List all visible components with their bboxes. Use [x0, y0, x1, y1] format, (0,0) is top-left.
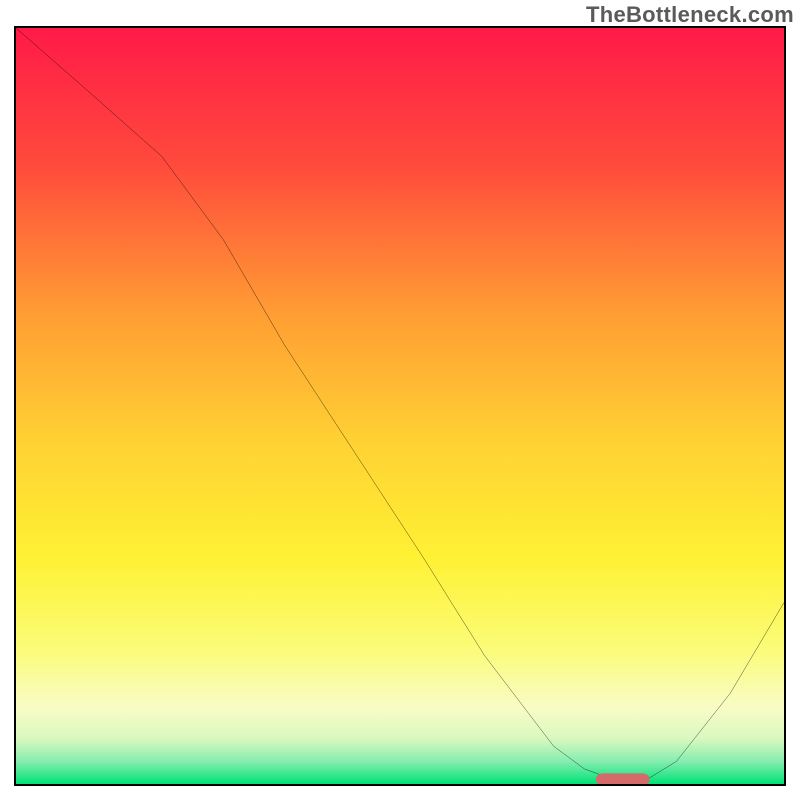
chart-container: TheBottleneck.com: [0, 0, 800, 800]
optimal-marker: [596, 773, 650, 784]
plot-frame: [14, 26, 786, 786]
background-rect: [16, 28, 784, 784]
plot-svg: [16, 28, 784, 784]
watermark-text: TheBottleneck.com: [586, 2, 794, 28]
